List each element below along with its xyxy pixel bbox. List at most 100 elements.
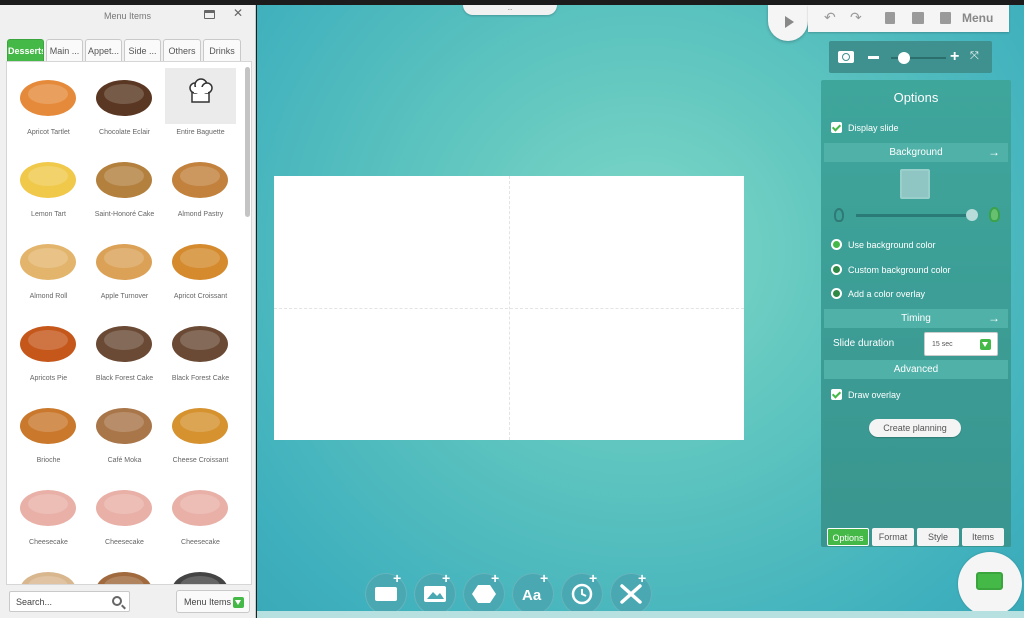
tab-desserts[interactable]: Desserts — [7, 39, 44, 61]
display-icon — [976, 572, 1003, 590]
add-widget-button[interactable]: + — [610, 571, 652, 615]
redo-icon[interactable]: ↷ — [850, 10, 862, 24]
arrow-right-icon[interactable]: → — [988, 312, 1000, 324]
menu-item[interactable]: Cheesecake — [89, 478, 160, 548]
tab-appetizers[interactable]: Appet... — [85, 39, 122, 61]
timing-section[interactable]: Timing → — [824, 309, 1008, 328]
menu-button[interactable]: Menu — [962, 11, 993, 25]
tab-items[interactable]: Items — [962, 528, 1004, 546]
document-icon[interactable] — [885, 12, 895, 24]
use-bg-color-row[interactable]: Use background color — [831, 239, 936, 250]
custom-bg-color-row[interactable]: Custom background color — [831, 264, 951, 275]
scroll-thumb[interactable] — [245, 67, 250, 217]
item-thumbnail — [13, 560, 84, 584]
undo-icon[interactable]: ↶ — [824, 10, 836, 24]
custom-bg-color-radio[interactable] — [831, 264, 842, 275]
menu-item[interactable]: Black Forest Cake — [165, 314, 236, 384]
tab-format[interactable]: Format — [872, 528, 914, 546]
bulb-dim-icon — [834, 208, 844, 222]
background-color-swatch[interactable] — [900, 169, 930, 199]
minimize-icon[interactable] — [204, 10, 215, 19]
item-thumbnail — [89, 314, 160, 370]
menu-item[interactable]: Cheesecake — [13, 478, 84, 548]
use-bg-color-label: Use background color — [848, 239, 936, 250]
menu-item[interactable]: Entire Baguette — [165, 68, 236, 138]
zoom-out-icon[interactable] — [868, 56, 879, 59]
background-section[interactable]: Background → — [824, 143, 1008, 162]
menu-item[interactable]: Saint-Honoré Cake — [89, 150, 160, 220]
draw-overlay-checkbox[interactable] — [831, 389, 842, 400]
menu-item[interactable]: Almond Pastry — [165, 150, 236, 220]
menu-item[interactable]: Apricots Pie — [13, 314, 84, 384]
menu-item[interactable] — [165, 560, 236, 584]
draw-overlay-row[interactable]: Draw overlay — [831, 389, 901, 400]
clock-icon — [571, 583, 593, 605]
background-section-label: Background — [889, 147, 943, 158]
tab-options[interactable]: Options — [827, 528, 869, 546]
menu-item[interactable]: Almond Roll — [13, 232, 84, 302]
add-shape-button[interactable]: + — [463, 571, 505, 615]
options-panel: Options Display slide Background → Use b… — [821, 80, 1011, 547]
item-caption: Brioche — [36, 457, 61, 464]
use-bg-color-radio[interactable] — [831, 239, 842, 250]
play-button[interactable] — [768, 5, 808, 41]
menu-item[interactable]: Black Forest Cake — [89, 314, 160, 384]
item-thumbnail — [13, 478, 84, 534]
close-icon[interactable]: ✕ — [233, 7, 243, 19]
menu-item[interactable]: Café Moka — [89, 396, 160, 466]
item-thumbnail — [89, 68, 160, 124]
tab-others[interactable]: Others — [163, 39, 201, 61]
item-caption: Cheesecake — [181, 539, 220, 546]
snapshot-icon[interactable] — [838, 51, 854, 63]
menu-item[interactable]: Apricot Tartlet — [13, 68, 84, 138]
zoom-in-icon[interactable]: + — [950, 49, 959, 65]
menu-item[interactable]: Lemon Tart — [13, 150, 84, 220]
arrow-right-icon[interactable]: → — [988, 146, 1000, 158]
zoom-slider-handle[interactable] — [898, 52, 910, 64]
save-icon[interactable] — [940, 12, 951, 24]
camera-icon[interactable] — [912, 12, 924, 24]
brightness-slider-track[interactable] — [856, 214, 976, 217]
menu-item[interactable] — [89, 560, 160, 584]
search-box[interactable] — [9, 591, 130, 612]
advanced-section[interactable]: Advanced — [824, 360, 1008, 379]
item-thumbnail — [13, 68, 84, 124]
fullscreen-icon[interactable]: ⤧ — [970, 51, 979, 62]
top-handle[interactable]: ... — [463, 5, 557, 15]
panel-header: Menu Items ✕ — [0, 5, 255, 27]
item-thumbnail — [165, 150, 236, 206]
display-slide-row[interactable]: Display slide — [831, 122, 899, 133]
slide-canvas[interactable] — [274, 176, 744, 440]
search-icon[interactable] — [112, 596, 122, 606]
menu-item[interactable]: Chocolate Eclair — [89, 68, 160, 138]
tab-main[interactable]: Main ... — [46, 39, 83, 61]
menu-item[interactable]: Apple Turnover — [89, 232, 160, 302]
tab-style[interactable]: Style — [917, 528, 959, 546]
tab-drinks[interactable]: Drinks — [203, 39, 241, 61]
color-overlay-row[interactable]: Add a color overlay — [831, 288, 925, 299]
chef-hat-icon — [165, 68, 236, 124]
image-icon — [424, 586, 446, 602]
color-overlay-radio[interactable] — [831, 288, 842, 299]
display-slide-checkbox[interactable] — [831, 122, 842, 133]
menu-items-panel: Menu Items ✕ Desserts Main ... Appet... … — [0, 5, 256, 618]
add-rectangle-button[interactable]: + — [365, 571, 407, 615]
create-planning-button[interactable]: Create planning — [869, 419, 961, 437]
menu-item[interactable]: Apricot Croissant — [165, 232, 236, 302]
menu-item[interactable]: Cheese Croissant — [165, 396, 236, 466]
items-scrollbar[interactable] — [245, 67, 251, 579]
tab-side[interactable]: Side ... — [124, 39, 161, 61]
add-clock-button[interactable]: + — [561, 571, 603, 615]
items-grid-area: Apricot Tartlet Chocolate Eclair Entire Ba… — [6, 61, 252, 585]
add-image-button[interactable]: + — [414, 571, 456, 615]
menu-item[interactable] — [13, 560, 84, 584]
menu-item[interactable]: Brioche — [13, 396, 84, 466]
slide-duration-select[interactable]: 15 sec — [924, 332, 998, 356]
filter-select[interactable]: Menu Items — [176, 590, 250, 613]
add-text-button[interactable]: Aa + — [512, 571, 554, 615]
corner-display-button[interactable] — [958, 552, 1022, 616]
menu-item[interactable]: Cheesecake — [165, 478, 236, 548]
item-thumbnail — [13, 314, 84, 370]
search-input[interactable] — [10, 592, 106, 611]
brightness-slider-handle[interactable] — [966, 209, 978, 221]
